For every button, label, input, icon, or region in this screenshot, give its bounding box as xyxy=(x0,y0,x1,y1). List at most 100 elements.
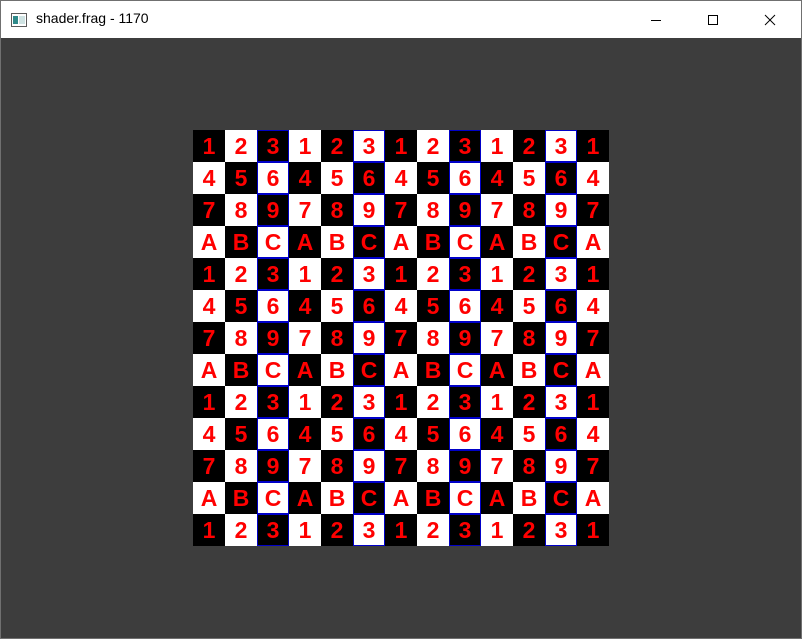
tile-cell: 5 xyxy=(513,162,545,194)
tile-cell: B xyxy=(417,354,449,386)
tile-cell: 9 xyxy=(353,322,385,354)
app-window: shader.frag - 1170 123123123123145645645… xyxy=(0,0,802,639)
tile-cell: 2 xyxy=(417,386,449,418)
tile-cell: 1 xyxy=(385,514,417,546)
tile-cell: A xyxy=(193,482,225,514)
tile-cell: 7 xyxy=(193,450,225,482)
tile-cell: 7 xyxy=(385,194,417,226)
tile-cell: 3 xyxy=(545,130,577,162)
tile-cell: 9 xyxy=(449,322,481,354)
tile-cell: 9 xyxy=(353,450,385,482)
tile-cell: 9 xyxy=(257,194,289,226)
tile-cell: 1 xyxy=(577,130,609,162)
render-viewport[interactable]: 123123123123145645645645647897897897897A… xyxy=(1,38,801,638)
tile-cell: 9 xyxy=(545,322,577,354)
tile-cell: A xyxy=(289,226,321,258)
tile-cell: 6 xyxy=(353,418,385,450)
tile-cell: 8 xyxy=(225,450,257,482)
tile-cell: 9 xyxy=(257,450,289,482)
tile-cell: 3 xyxy=(545,514,577,546)
tile-cell: 1 xyxy=(289,130,321,162)
tile-cell: 7 xyxy=(193,194,225,226)
tile-cell: B xyxy=(225,226,257,258)
tile-cell: 7 xyxy=(289,322,321,354)
tile-cell: 4 xyxy=(289,418,321,450)
tile-cell: 2 xyxy=(513,386,545,418)
title-bar[interactable]: shader.frag - 1170 xyxy=(1,1,801,38)
tile-cell: 9 xyxy=(545,450,577,482)
tile-cell: 6 xyxy=(257,290,289,322)
tile-cell: 8 xyxy=(417,194,449,226)
tile-cell: 6 xyxy=(545,290,577,322)
tile-cell: 1 xyxy=(193,386,225,418)
tile-cell: B xyxy=(225,354,257,386)
tile-cell: 4 xyxy=(289,162,321,194)
tile-cell: 3 xyxy=(257,130,289,162)
tile-cell: 7 xyxy=(481,450,513,482)
tile-cell: A xyxy=(385,226,417,258)
tile-cell: 2 xyxy=(321,514,353,546)
tile-cell: C xyxy=(449,354,481,386)
tile-cell: 4 xyxy=(481,418,513,450)
tile-cell: 1 xyxy=(193,258,225,290)
close-icon xyxy=(764,14,776,26)
tile-cell: 2 xyxy=(321,130,353,162)
tile-cell: 8 xyxy=(321,194,353,226)
tile-cell: 2 xyxy=(225,386,257,418)
tile-cell: 9 xyxy=(449,194,481,226)
shader-tile-grid: 123123123123145645645645647897897897897A… xyxy=(193,130,609,546)
tile-cell: 8 xyxy=(225,322,257,354)
tile-cell: 6 xyxy=(545,418,577,450)
tile-cell: A xyxy=(481,226,513,258)
tile-cell: 1 xyxy=(577,386,609,418)
tile-cell: C xyxy=(353,226,385,258)
tile-cell: 1 xyxy=(577,258,609,290)
tile-cell: 1 xyxy=(193,130,225,162)
tile-cell: C xyxy=(353,482,385,514)
tile-cell: 3 xyxy=(353,514,385,546)
tile-cell: 2 xyxy=(513,130,545,162)
tile-cell: 2 xyxy=(321,386,353,418)
tile-cell: 4 xyxy=(193,162,225,194)
tile-cell: 3 xyxy=(449,130,481,162)
tile-cell: 5 xyxy=(417,162,449,194)
tile-cell: 7 xyxy=(289,194,321,226)
tile-cell: 1 xyxy=(289,514,321,546)
tile-cell: 1 xyxy=(481,514,513,546)
tile-cell: 7 xyxy=(577,322,609,354)
tile-cell: C xyxy=(545,482,577,514)
tile-cell: C xyxy=(545,354,577,386)
tile-cell: 3 xyxy=(545,258,577,290)
tile-cell: 7 xyxy=(577,450,609,482)
tile-cell: 2 xyxy=(225,130,257,162)
tile-cell: B xyxy=(513,354,545,386)
tile-cell: B xyxy=(321,354,353,386)
tile-cell: 8 xyxy=(321,450,353,482)
tile-cell: B xyxy=(321,482,353,514)
close-button[interactable] xyxy=(747,1,793,38)
minimize-icon xyxy=(650,14,662,26)
tile-cell: 5 xyxy=(417,418,449,450)
tile-cell: B xyxy=(417,226,449,258)
tile-cell: 4 xyxy=(385,290,417,322)
tile-cell: 9 xyxy=(449,450,481,482)
tile-cell: 9 xyxy=(257,322,289,354)
tile-cell: 1 xyxy=(289,258,321,290)
tile-cell: 1 xyxy=(481,258,513,290)
tile-cell: 1 xyxy=(193,514,225,546)
tile-cell: 4 xyxy=(577,418,609,450)
tile-cell: 4 xyxy=(193,418,225,450)
tile-cell: 2 xyxy=(417,130,449,162)
minimize-button[interactable] xyxy=(633,1,679,38)
tile-cell: C xyxy=(545,226,577,258)
tile-cell: 1 xyxy=(385,386,417,418)
tile-cell: 7 xyxy=(385,450,417,482)
tile-cell: 4 xyxy=(481,290,513,322)
tile-cell: 5 xyxy=(513,290,545,322)
maximize-button[interactable] xyxy=(690,1,736,38)
tile-cell: C xyxy=(257,482,289,514)
tile-cell: 4 xyxy=(385,418,417,450)
tile-cell: 3 xyxy=(449,514,481,546)
tile-cell: 2 xyxy=(417,258,449,290)
tile-cell: 3 xyxy=(353,258,385,290)
